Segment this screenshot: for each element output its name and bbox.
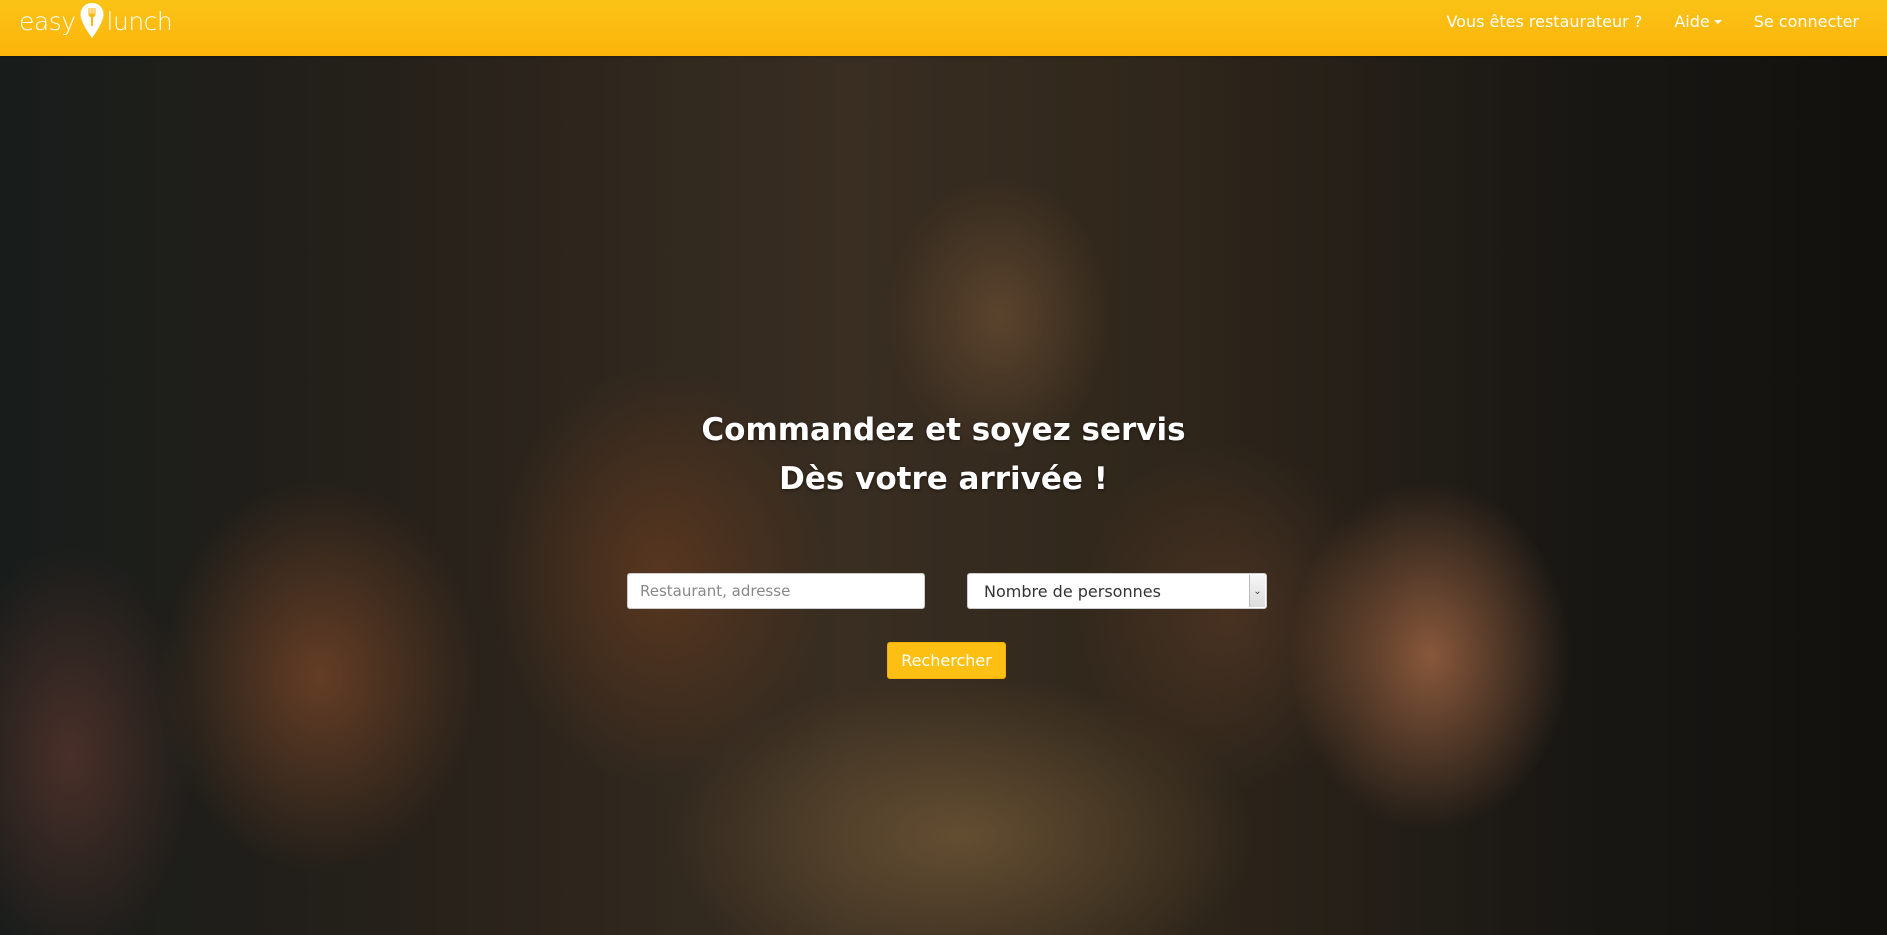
party-size-select[interactable]: Nombre de personnes ⌄ [967,573,1267,609]
aide-dropdown[interactable]: Aide [1674,11,1722,31]
top-navbar: easy lunch Vous êtes restaurateur ? Aide… [0,0,1887,56]
logo-text-easy: easy [19,6,76,36]
party-size-select-value: Nombre de personnes [984,581,1161,601]
easylunch-logo[interactable]: easy lunch [19,0,173,42]
aide-label: Aide [1674,11,1710,31]
map-pin-fork-icon [80,3,104,38]
hero-section: Commandez et soyez servis Dès votre arri… [0,56,1887,935]
hero-headline-line1: Commandez et soyez servis [701,412,1186,448]
restaurant-search-input[interactable] [627,573,925,609]
logo-text-lunch: lunch [106,6,173,36]
restaurateur-link[interactable]: Vous êtes restaurateur ? [1446,12,1642,31]
search-button[interactable]: Rechercher [887,642,1006,679]
login-link[interactable]: Se connecter [1754,12,1859,31]
navbar-links: Vous êtes restaurateur ? Aide Se connect… [1446,0,1859,42]
hero-headline-line2: Dès votre arrivée ! [779,461,1108,497]
chevron-down-icon[interactable]: ⌄ [1249,575,1265,607]
caret-down-icon [1713,20,1722,24]
hero-content: Commandez et soyez servis Dès votre arri… [0,56,1887,935]
